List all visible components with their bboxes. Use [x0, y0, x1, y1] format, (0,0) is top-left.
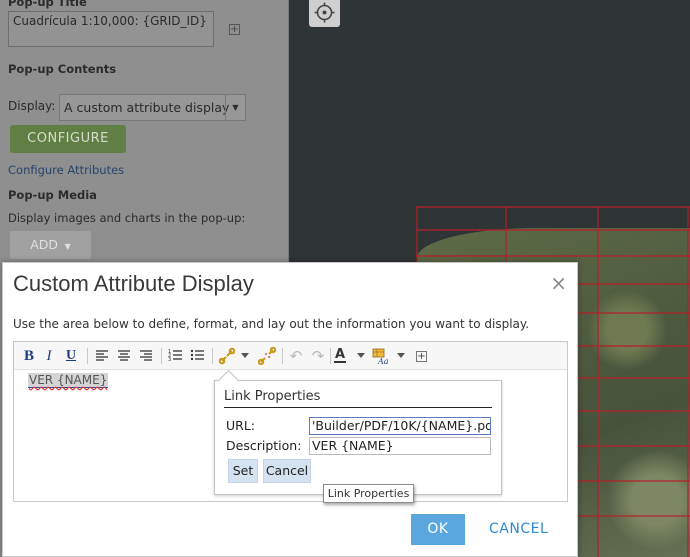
popup-title-input[interactable]: Cuadrícula 1:10,000: {GRID_ID} — [8, 11, 214, 47]
bold-button[interactable]: B — [22, 347, 36, 365]
insert-plus-icon[interactable]: + — [416, 351, 427, 362]
popup-media-heading: Pop-up Media — [8, 188, 97, 202]
popup-media-description: Display images and charts in the pop-up: — [8, 211, 246, 225]
redo-icon[interactable]: ↷ — [310, 347, 326, 365]
link-properties-title: Link Properties — [224, 389, 492, 408]
align-right-icon[interactable] — [138, 347, 154, 365]
url-label: URL: — [226, 418, 256, 433]
description-label: Description: — [226, 438, 302, 453]
font-color-button[interactable]: A — [334, 347, 346, 363]
description-input[interactable]: VER {NAME} — [309, 437, 491, 455]
locate-button[interactable] — [309, 0, 340, 27]
undo-icon[interactable]: ↶ — [288, 347, 304, 365]
format-block-dropdown-caret[interactable] — [397, 353, 405, 358]
ordered-list-icon[interactable]: 123 — [167, 347, 183, 365]
chevron-down-icon: ▼ — [225, 95, 245, 120]
link-icon[interactable] — [218, 347, 236, 365]
format-block-icon[interactable]: Aa — [372, 347, 390, 365]
font-color-dropdown-caret[interactable] — [357, 353, 365, 358]
close-icon[interactable]: × — [550, 271, 567, 295]
dialog-description: Use the area below to define, format, an… — [13, 317, 530, 331]
link-properties-popup: Link Properties URL: 'Builder/PDF/10K/{N… — [214, 380, 502, 495]
underline-button[interactable]: U — [64, 347, 78, 365]
unlink-icon[interactable] — [258, 347, 276, 365]
link-dropdown-caret[interactable] — [241, 353, 249, 358]
configure-button[interactable]: CONFIGURE — [10, 125, 126, 153]
svg-text:3: 3 — [168, 357, 171, 363]
set-button[interactable]: Set — [228, 459, 258, 483]
popup-contents-heading: Pop-up Contents — [8, 62, 117, 76]
display-select[interactable]: A custom attribute display ▼ — [59, 94, 246, 121]
url-input[interactable]: 'Builder/PDF/10K/{NAME}.pdf — [309, 417, 491, 435]
cancel-button[interactable]: CANCEL — [489, 514, 548, 545]
link-cancel-button[interactable]: Cancel — [263, 459, 311, 483]
add-media-label: ADD — [30, 237, 59, 252]
editor-link-text[interactable]: VER {NAME} — [28, 373, 109, 388]
link-properties-tooltip: Link Properties — [323, 484, 414, 503]
chevron-down-icon: ▼ — [62, 242, 71, 251]
unordered-list-icon[interactable] — [189, 347, 205, 365]
editor-toolbar: B I U 123 ↶ ↷ A Aa + — [14, 342, 567, 370]
display-label: Display: — [8, 99, 56, 113]
align-center-icon[interactable] — [116, 347, 132, 365]
display-select-value: A custom attribute display — [64, 100, 230, 115]
ok-button[interactable]: OK — [411, 514, 465, 545]
italic-button[interactable]: I — [43, 347, 55, 365]
expand-plus-icon[interactable]: + — [229, 24, 240, 35]
crosshair-icon — [314, 2, 335, 23]
dialog-title: Custom Attribute Display — [13, 271, 254, 296]
popup-title-heading: Pop-up Title — [8, 0, 87, 9]
configure-attributes-link[interactable]: Configure Attributes — [8, 163, 124, 177]
svg-text:Aa: Aa — [377, 357, 389, 365]
add-media-button[interactable]: ADD ▼ — [10, 231, 91, 259]
align-left-icon[interactable] — [94, 347, 110, 365]
